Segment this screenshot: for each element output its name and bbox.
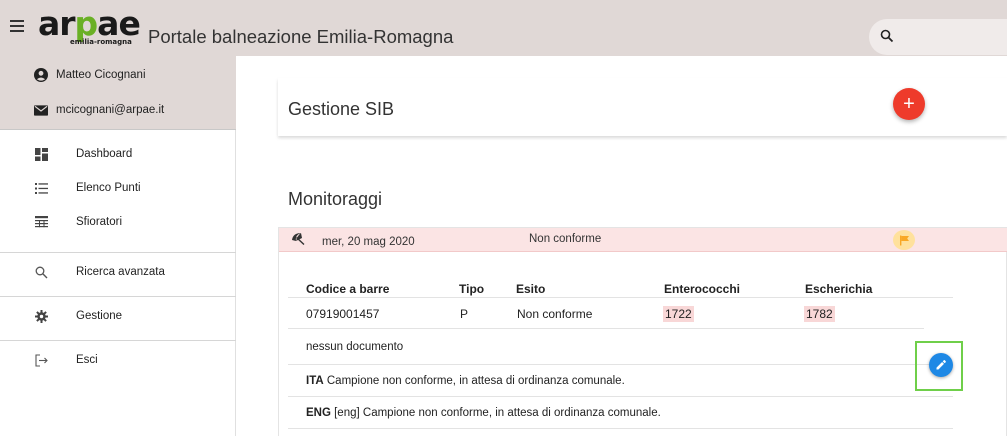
table-divider bbox=[288, 396, 953, 397]
sidebar-item-label: Esci bbox=[76, 354, 98, 366]
table-divider bbox=[288, 297, 953, 298]
message-lang: ENG bbox=[306, 407, 331, 419]
monitoring-date: mer, 20 mag 2020 bbox=[322, 236, 415, 248]
cell-esito: Non conforme bbox=[517, 307, 593, 321]
exit-icon bbox=[34, 353, 48, 367]
flag-icon bbox=[893, 230, 915, 250]
add-button[interactable]: + bbox=[893, 88, 925, 120]
user-email: mcicognani@arpae.it bbox=[56, 104, 165, 116]
table-divider bbox=[288, 328, 924, 329]
sidebar-item-label: Sfioratori bbox=[76, 216, 123, 228]
sidebar-item-dashboard[interactable]: Dashboard bbox=[0, 135, 236, 173]
page-title: Gestione SIB bbox=[288, 99, 395, 119]
sidebar-item-gestione[interactable]: Gestione bbox=[0, 297, 236, 335]
message-eng: ENG [eng] Campione non conforme, in atte… bbox=[306, 407, 661, 419]
gear-icon bbox=[34, 309, 48, 323]
sidebar-item-sfioratori[interactable]: Sfioratori bbox=[0, 203, 236, 241]
search-icon bbox=[34, 265, 48, 279]
sidebar-item-label: Dashboard bbox=[76, 148, 133, 160]
arpae-logo: arpae emilia-romagna bbox=[38, 4, 141, 46]
top-app-bar: arpae emilia-romagna Portale balneazione… bbox=[0, 0, 1007, 56]
edit-button[interactable] bbox=[929, 353, 953, 377]
section-title: Monitoraggi bbox=[288, 189, 383, 209]
search-icon bbox=[880, 29, 894, 43]
column-header-enterococchi: Enterococchi bbox=[664, 282, 741, 296]
sidebar-item-elenco-punti[interactable]: Elenco Punti bbox=[0, 169, 236, 207]
sidebar-item-esci[interactable]: Esci bbox=[0, 341, 236, 379]
app-title: Portale balneazione Emilia-Romagna bbox=[148, 26, 454, 47]
documents-status: nessun documento bbox=[306, 341, 404, 353]
column-header-tipo: Tipo bbox=[459, 282, 485, 296]
user-email-row: mcicognani@arpae.it bbox=[34, 103, 164, 117]
user-info: Matteo Cicognani mcicognani@arpae.it bbox=[0, 56, 236, 130]
sidebar: Matteo Cicognani mcicognani@arpae.it Das… bbox=[0, 56, 236, 436]
table-divider bbox=[288, 364, 953, 365]
dashboard-icon bbox=[34, 147, 48, 161]
message-ita: ITA Campione non conforme, in attesa di … bbox=[306, 375, 625, 387]
plus-icon: + bbox=[903, 92, 915, 115]
table-divider bbox=[288, 428, 953, 429]
message-lang: ITA bbox=[306, 375, 324, 387]
user-name: Matteo Cicognani bbox=[56, 69, 146, 81]
message-text: Campione non conforme, in attesa di ordi… bbox=[323, 375, 625, 387]
monitoring-panel: mer, 20 mag 2020 Non conforme bbox=[278, 227, 1007, 436]
sidebar-item-ricerca-avanzata[interactable]: Ricerca avanzata bbox=[0, 253, 236, 291]
column-header-esito: Esito bbox=[516, 282, 546, 296]
cell-barcode: 07919001457 bbox=[306, 307, 380, 321]
search-button[interactable] bbox=[869, 19, 1007, 55]
sidebar-item-label: Gestione bbox=[76, 310, 123, 322]
message-text: [eng] Campione non conforme, in attesa d… bbox=[330, 407, 661, 419]
column-header-barcode: Codice a barre bbox=[306, 282, 390, 296]
sidebar-item-label: Elenco Punti bbox=[76, 182, 141, 194]
mail-icon bbox=[34, 103, 48, 117]
cell-tipo: P bbox=[460, 307, 469, 321]
sidebar-item-label: Ricerca avanzata bbox=[76, 266, 165, 278]
column-header-escherichia: Escherichia bbox=[805, 282, 873, 296]
beach-umbrella-icon bbox=[291, 232, 306, 250]
list-icon bbox=[34, 181, 48, 195]
pencil-icon bbox=[936, 360, 946, 370]
account-icon bbox=[34, 68, 48, 82]
monitoring-header[interactable]: mer, 20 mag 2020 Non conforme bbox=[279, 228, 1007, 252]
cell-enterococchi: 1722 bbox=[663, 306, 694, 322]
user-name-row: Matteo Cicognani bbox=[34, 68, 146, 82]
monitoring-status: Non conforme bbox=[529, 233, 602, 245]
table-icon bbox=[34, 215, 48, 229]
cell-escherichia: 1782 bbox=[804, 306, 835, 322]
menu-icon[interactable] bbox=[10, 20, 24, 32]
